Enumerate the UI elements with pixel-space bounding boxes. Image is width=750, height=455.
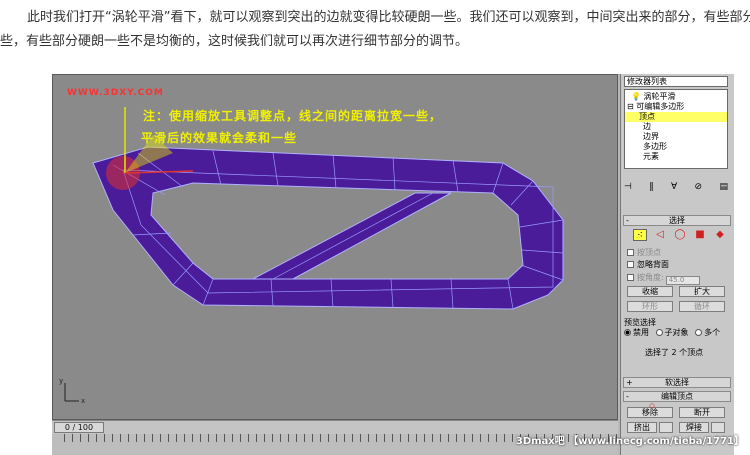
preview-selection-radios: 禁用 子对象 多个 bbox=[624, 328, 720, 338]
forum-watermark: 3Dmax吧 【www.linecg.com/tieba/1771】 bbox=[515, 436, 744, 447]
polygon-mode-icon[interactable]: ■ bbox=[693, 229, 707, 241]
stack-item-editable-poly[interactable]: ⊟ 可编辑多边形 bbox=[625, 102, 727, 112]
annotation-line-2: 平滑后的效果就会柔和一些 bbox=[141, 131, 298, 145]
border-mode-icon[interactable]: ◯ bbox=[673, 229, 687, 241]
checkbox-label: 按角度: bbox=[637, 273, 664, 282]
shrink-button[interactable]: 收缩 bbox=[627, 286, 673, 297]
bulb-icon[interactable]: 💡 bbox=[631, 92, 641, 101]
ring-button[interactable]: 环形 bbox=[627, 301, 673, 312]
stack-item-label: 顶点 bbox=[639, 112, 655, 121]
logo-watermark-icon: ⌂ bbox=[648, 401, 656, 411]
pin-stack-icon[interactable]: ⊣ bbox=[624, 181, 632, 193]
subobject-icons: ⁖ ◁ ◯ ■ ◆ bbox=[633, 229, 727, 241]
stack-item-label: 元素 bbox=[643, 152, 659, 161]
select-rollout-header[interactable]: - 选择 bbox=[623, 215, 731, 226]
axis-y-label: y bbox=[59, 377, 64, 385]
radio-multi[interactable] bbox=[695, 329, 703, 336]
loop-button[interactable]: 循环 bbox=[679, 301, 725, 312]
show-end-result-icon[interactable]: ‖ bbox=[649, 181, 654, 193]
mesh-inner-hole bbox=[150, 182, 524, 280]
vertex-mode-icon[interactable]: ⁖ bbox=[633, 229, 647, 241]
soft-selection-rollout-header[interactable]: + 软选择 bbox=[623, 377, 731, 388]
stack-item-label: 可编辑多边形 bbox=[636, 102, 685, 111]
remove-modifier-icon[interactable]: ⊘ bbox=[695, 181, 703, 193]
article-line-1: 此时我们打开“涡轮平滑”看下，就可以观察到突出的边就变得比较硬朗一些。我们还可以… bbox=[27, 10, 750, 25]
modifier-list-dropdown[interactable]: 修改器列表 bbox=[624, 76, 728, 87]
radio-label: 多个 bbox=[704, 328, 721, 337]
by-angle-checkbox[interactable]: 按角度: 45.0 bbox=[627, 273, 700, 285]
by-vertex-checkbox[interactable]: 按顶点 bbox=[627, 248, 661, 258]
stack-item-label: 涡轮平滑 bbox=[643, 92, 676, 101]
perspective-viewport[interactable]: WWW.3DXY.COM 注：使用缩放工具调整点，线之间的距离拉宽一些， 平滑后… bbox=[52, 74, 618, 420]
rollout-title: 选择 bbox=[669, 216, 685, 225]
annotation-line-1: 注：使用缩放工具调整点，线之间的距离拉宽一些， bbox=[143, 109, 443, 123]
article-body: 此时我们打开“涡轮平滑”看下，就可以观察到突出的边就变得比较硬朗一些。我们还可以… bbox=[0, 6, 750, 54]
stack-item-element[interactable]: 元素 bbox=[625, 152, 727, 162]
mesh-canvas bbox=[64, 107, 564, 402]
radio-label: 子对象 bbox=[664, 328, 689, 337]
checkbox-label: 按顶点 bbox=[637, 248, 661, 257]
axis-tripod-icon bbox=[64, 383, 79, 402]
edge-mode-icon[interactable]: ◁ bbox=[653, 229, 667, 241]
ignore-backfacing-checkbox[interactable]: 忽略背面 bbox=[627, 260, 669, 270]
stack-item-label: 多边形 bbox=[643, 142, 667, 151]
expand-icon[interactable]: ⊟ bbox=[627, 102, 634, 111]
stack-item-label: 边 bbox=[643, 122, 651, 131]
stack-item-border[interactable]: 边界 bbox=[625, 132, 727, 142]
rollout-title: 软选择 bbox=[665, 378, 689, 387]
grow-button[interactable]: 扩大 bbox=[679, 286, 725, 297]
radio-disabled[interactable] bbox=[624, 329, 631, 336]
configure-sets-icon[interactable]: ▤ bbox=[719, 181, 728, 193]
axis-x-label: x bbox=[81, 397, 86, 405]
site-watermark: WWW.3DXY.COM bbox=[67, 88, 164, 98]
modifier-stack[interactable]: 💡 涡轮平滑 ⊟ 可编辑多边形 顶点 边 边界 多边形 元素 bbox=[624, 89, 728, 169]
time-slider-handle[interactable]: 0 / 100 bbox=[54, 422, 104, 433]
stack-item-label: 边界 bbox=[643, 132, 659, 141]
angle-spinner[interactable]: 45.0 bbox=[665, 276, 700, 285]
radio-subobject[interactable] bbox=[655, 329, 663, 336]
stack-item-polygon[interactable]: 多边形 bbox=[625, 142, 727, 152]
article-line-2: 些，有些部分硬朗一些不是均衡的，这时候我们就可以再次进行细节部分的调节。 bbox=[0, 34, 469, 49]
stack-item-edge[interactable]: 边 bbox=[625, 122, 727, 132]
make-unique-icon[interactable]: ∀ bbox=[671, 181, 677, 193]
radio-label: 禁用 bbox=[633, 328, 649, 337]
stack-item-turbosmooth[interactable]: 💡 涡轮平滑 bbox=[625, 92, 727, 102]
checkbox-label: 忽略背面 bbox=[637, 260, 669, 269]
stack-item-vertex[interactable]: 顶点 bbox=[625, 112, 727, 122]
element-mode-icon[interactable]: ◆ bbox=[713, 229, 727, 241]
preview-selection-label: 预览选择 bbox=[624, 318, 656, 327]
selection-status: 选择了 2 个顶点 bbox=[645, 348, 704, 357]
stack-toolbar: ⊣ ‖ ∀ ⊘ ▤ bbox=[624, 181, 728, 193]
